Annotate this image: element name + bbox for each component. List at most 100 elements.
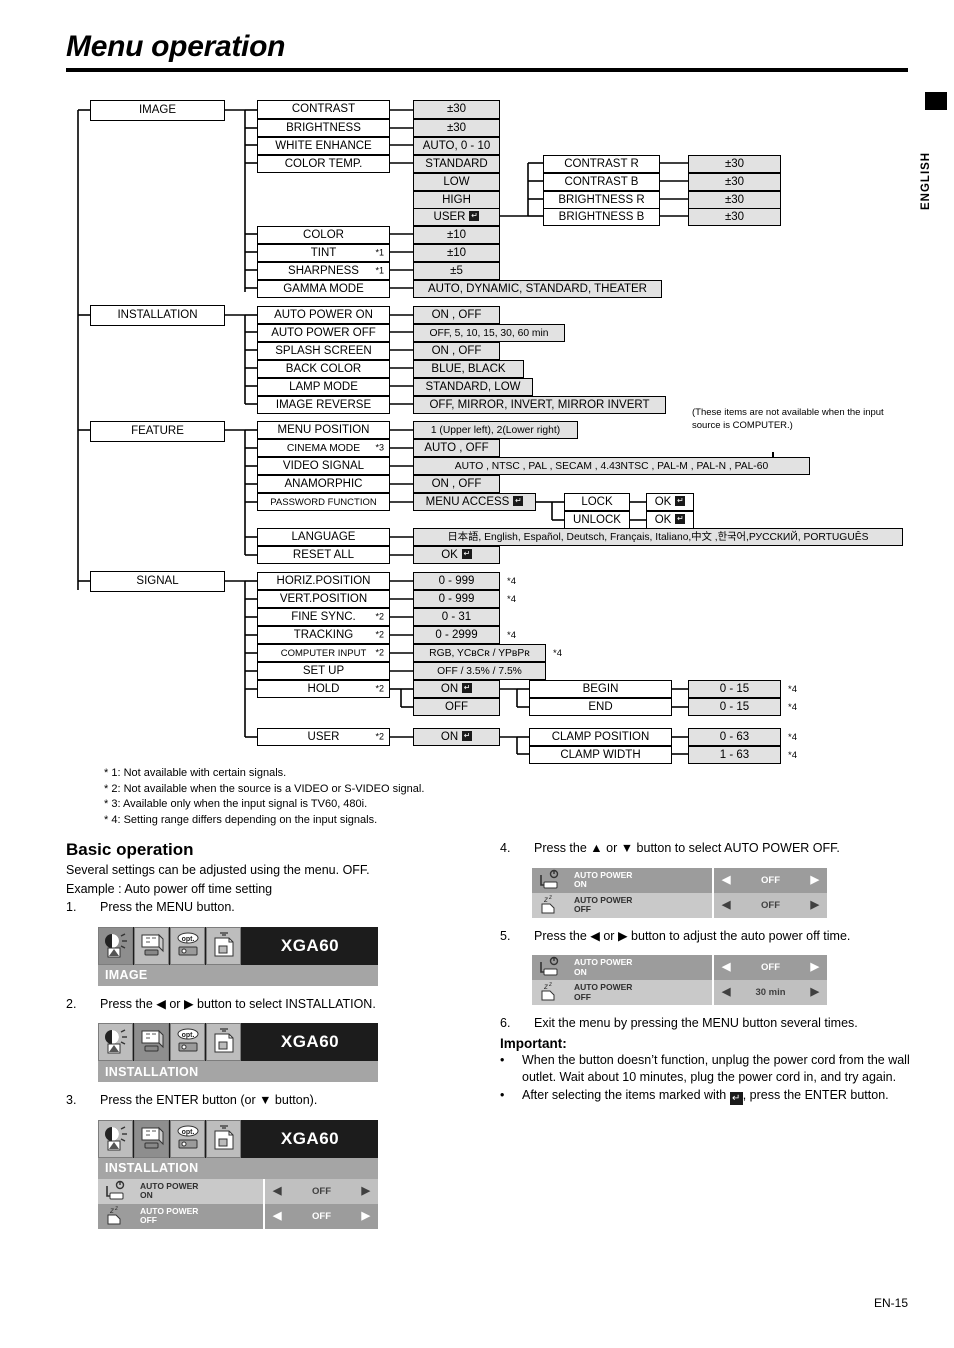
osd-row-label-line1: AUTO POWER — [574, 869, 633, 880]
step-2: 2. Press the ◀ or ▶ button to select INS… — [66, 996, 466, 1014]
step-1-number: 1. — [66, 900, 77, 914]
step-2-number: 2. — [66, 996, 77, 1011]
image-tab-icon[interactable] — [98, 1023, 133, 1061]
tree-node-cinema-mode: CINEMA MODE *3 — [257, 439, 390, 457]
tree-node-computer-input-label: COMPUTER INPUT — [280, 647, 367, 659]
signal-glyph — [211, 931, 236, 960]
osd-row-value[interactable]: ◀ 30 min ▶ — [712, 980, 827, 1005]
installation-tab-icon[interactable] — [134, 1119, 169, 1158]
step-3-text: Press the ENTER button (or ▼ button). — [100, 1093, 318, 1107]
signal-tab-icon[interactable] — [206, 1023, 241, 1061]
arrow-right-icon[interactable]: ▶ — [362, 1210, 370, 1222]
tree-node-brightness-r: BRIGHTNESS R — [543, 191, 660, 209]
osd-row-value[interactable]: ◀ OFF ▶ — [712, 955, 827, 980]
image-tab-icon[interactable] — [98, 926, 133, 965]
signal-tab-icon[interactable] — [206, 926, 241, 965]
tree-node-image-reverse: IMAGE REVERSE — [257, 396, 390, 414]
tree-node-image: IMAGE — [90, 100, 225, 121]
osd-row-auto-power-off[interactable]: zz AUTO POWER OFF ◀ 30 min ▶ — [532, 980, 827, 1005]
tree-node-video-signal: VIDEO SIGNAL — [257, 457, 390, 475]
tree-footnote-clamp-width: *4 — [788, 750, 797, 761]
feature-tab-icon[interactable]: opt. — [170, 1023, 205, 1061]
tree-node-anamorphic: ANAMORPHIC — [257, 475, 390, 493]
important-bullet-2: • After selecting the items marked with … — [500, 1087, 910, 1105]
osd-row-value[interactable]: ◀ OFF ▶ — [263, 1178, 378, 1204]
basic-operation-intro-1: Several settings can be adjusted using t… — [66, 863, 370, 877]
tree-value-cinema-mode: AUTO , OFF — [413, 439, 500, 457]
svg-text:z: z — [548, 895, 552, 901]
tree-value-reset-all-ok: OK — [413, 546, 500, 564]
image-tab-icon[interactable] — [98, 1119, 133, 1158]
tree-node-back-color: BACK COLOR — [257, 360, 390, 378]
signal-glyph — [211, 1028, 236, 1056]
enter-icon — [513, 496, 524, 506]
step-5: 5. Press the ◀ or ▶ button to adjust the… — [500, 928, 910, 946]
svg-text:z: z — [114, 1206, 118, 1212]
enter-icon — [461, 549, 472, 559]
osd-signal-label: XGA60 — [280, 1032, 340, 1051]
feature-tab-icon[interactable]: opt. — [170, 1119, 205, 1158]
osd-row-label-line2: ON — [574, 879, 587, 889]
enter-icon — [675, 514, 686, 524]
arrow-left-icon[interactable]: ◀ — [722, 987, 730, 998]
osd-row-auto-power-off[interactable]: zz AUTO POWER OFF ◀ OFF ▶ — [532, 892, 827, 918]
step-3: 3. Press the ENTER button (or ▼ button). — [66, 1092, 466, 1110]
tree-node-fine-sync: FINE SYNC. *2 — [257, 608, 390, 626]
tree-node-sharpness: SHARPNESS *1 — [257, 262, 390, 280]
svg-text:opt.: opt. — [182, 936, 195, 943]
osd-tab-strip: opt. — [98, 926, 242, 965]
arrow-left-icon[interactable]: ◀ — [273, 1210, 281, 1222]
screen-glyph — [139, 1125, 164, 1153]
tree-node-color: COLOR — [257, 226, 390, 244]
arrow-right-icon[interactable]: ▶ — [362, 1185, 370, 1197]
contrast-glyph — [103, 1125, 128, 1153]
osd-row-value[interactable]: ◀ OFF ▶ — [263, 1203, 378, 1229]
footnote-item: * 1: Not available with certain signals. — [104, 767, 287, 779]
osd-row-label-line2: ON — [140, 1190, 153, 1200]
installation-tab-icon[interactable] — [134, 1023, 169, 1061]
footnote-item: * 4: Setting range differs depending on … — [104, 813, 378, 826]
tree-node-color-temp: COLOR TEMP. — [257, 155, 390, 173]
tree-node-white-enhance: WHITE ENHANCE — [257, 137, 390, 155]
installation-tab-icon[interactable] — [134, 926, 169, 965]
tree-value-color-temp-standard: STANDARD — [413, 155, 500, 173]
basic-operation-column-right: 4. Press the ▲ or ▼ button to select AUT… — [500, 840, 910, 1105]
tree-node-sharpness-footnote: *1 — [375, 265, 384, 276]
tree-footnote-begin: *4 — [788, 684, 797, 695]
tree-node-menu-position: MENU POSITION — [257, 421, 390, 439]
osd-row-label-line2: OFF — [574, 991, 591, 1002]
step-5-number: 5. — [500, 928, 511, 943]
osd-row-auto-power-on[interactable]: AUTO POWER ON ◀ OFF ▶ — [98, 1178, 378, 1204]
tree-footnote-horiz-position: *4 — [507, 576, 516, 587]
tree-value-video-signal: AUTO , NTSC , PAL , SECAM , 4.43NTSC , P… — [413, 457, 810, 475]
basic-operation-intro-2: Example : Auto power off time setting — [66, 881, 273, 896]
arrow-left-icon[interactable]: ◀ — [273, 1185, 281, 1197]
osd-row-auto-power-off[interactable]: zz AUTO POWER OFF ◀ OFF ▶ — [98, 1203, 378, 1229]
signal-tab-icon[interactable] — [206, 1119, 241, 1158]
arrow-left-icon[interactable]: ◀ — [722, 874, 730, 886]
osd-row-auto-power-on[interactable]: AUTO POWER ON ◀ OFF ▶ — [532, 955, 827, 980]
tree-value-color-temp-low: LOW — [413, 173, 500, 191]
tree-value-hold-on: ON — [413, 680, 500, 698]
tree-node-tint-footnote: *1 — [375, 247, 384, 258]
footnote-item: * 2: Not available when the source is a … — [104, 782, 425, 795]
osd-row-value[interactable]: ◀ OFF ▶ — [712, 892, 827, 918]
signal-glyph — [211, 1124, 236, 1153]
osd-row-value[interactable]: ◀ OFF ▶ — [712, 867, 827, 893]
osd-row-auto-power-on[interactable]: AUTO POWER ON ◀ OFF ▶ — [532, 867, 827, 893]
arrow-left-icon[interactable]: ◀ — [722, 962, 730, 973]
tree-value-unlock-ok-label: OK — [654, 513, 672, 526]
arrow-right-icon[interactable]: ▶ — [811, 987, 819, 998]
feature-tab-icon[interactable]: opt. — [170, 926, 205, 965]
step-4: 4. Press the ▲ or ▼ button to select AUT… — [500, 840, 910, 858]
tree-value-splash-screen: ON , OFF — [413, 342, 500, 360]
osd-header: opt. XGA60 — [98, 1023, 378, 1061]
tree-value-image-reverse: OFF, MIRROR, INVERT, MIRROR INVERT — [413, 396, 666, 414]
svg-text:z: z — [548, 982, 552, 988]
arrow-right-icon[interactable]: ▶ — [811, 874, 819, 886]
arrow-right-icon[interactable]: ▶ — [811, 962, 819, 973]
arrow-right-icon[interactable]: ▶ — [811, 899, 819, 911]
tree-node-tracking-footnote: *2 — [375, 629, 384, 640]
osd-row-label-line2: OFF — [140, 1215, 157, 1225]
arrow-left-icon[interactable]: ◀ — [722, 899, 730, 911]
